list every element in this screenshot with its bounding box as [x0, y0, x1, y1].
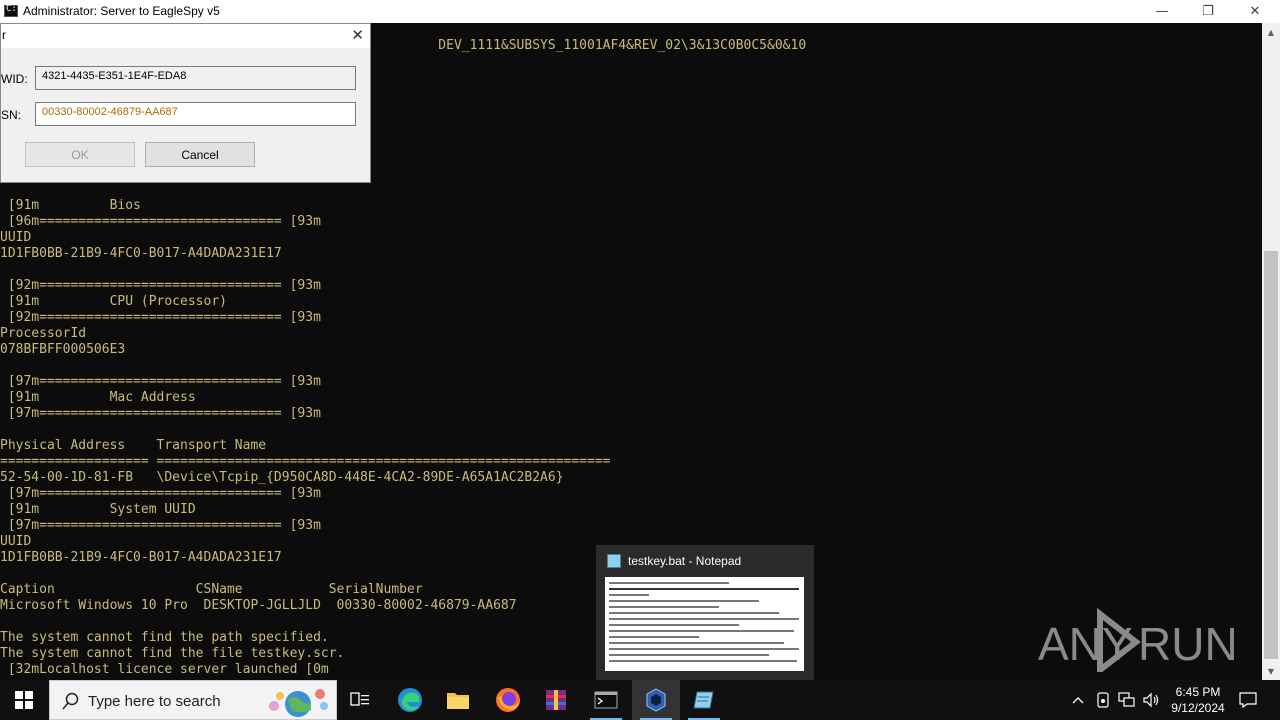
console-line: [97m=============================== [93m — [0, 406, 321, 421]
edge-taskbar-button[interactable] — [386, 680, 434, 720]
console-line: [97m=============================== [93m — [0, 518, 321, 533]
taskbar-search-box[interactable]: Type here to search — [49, 680, 337, 720]
cancel-button[interactable]: Cancel — [145, 142, 255, 167]
sn-label: SN: — [1, 108, 22, 122]
start-button[interactable] — [0, 680, 48, 720]
window-titlebar[interactable]: C:\ Administrator: Server to EagleSpy v5… — [0, 0, 1280, 23]
edge-icon — [398, 688, 422, 712]
preview-title: testkey.bat - Notepad — [628, 554, 742, 568]
console-line: [91m Bios — [0, 198, 141, 213]
dialog-titlebar[interactable]: r — [1, 24, 370, 48]
winrar-taskbar-button[interactable] — [532, 680, 580, 720]
console-line: [97m=============================== [93m — [0, 486, 321, 501]
serial-number-field[interactable]: 00330-80002-46879-AA687 — [35, 102, 356, 126]
console-line: [92m=============================== [93m — [0, 278, 321, 293]
folder-icon — [447, 693, 469, 709]
scrollbar-thumb[interactable] — [1264, 251, 1278, 659]
show-hidden-icons-chevron-icon[interactable] — [1068, 680, 1088, 720]
firefox-icon — [496, 688, 520, 712]
search-highlight-globe-icon — [269, 689, 328, 717]
notifications-icon[interactable] — [1236, 680, 1260, 720]
preview-thumbnail[interactable] — [605, 577, 804, 671]
clock-date: 9/12/2024 — [1171, 701, 1225, 715]
console-line: 078BFBFF000506E3 — [0, 342, 126, 357]
scroll-down-arrow-icon[interactable]: ▼ — [1262, 662, 1280, 680]
task-view-icon — [350, 692, 369, 706]
console-line: =================== ====================… — [0, 454, 611, 469]
search-icon — [62, 692, 79, 710]
watermark-text-right: RUN — [1138, 618, 1234, 670]
console-line: UUID — [0, 230, 32, 245]
notepad-taskbar-button[interactable] — [680, 680, 728, 720]
console-line: [91m System UUID — [0, 502, 196, 517]
console-line: [91m CPU (Processor) — [0, 294, 227, 309]
command-prompt-icon — [594, 691, 618, 709]
license-dialog: r ✕ WID: 4321-4435-E351-1E4F-EDA8 SN: 00… — [0, 23, 371, 183]
window-title: Administrator: Server to EagleSpy v5 — [23, 4, 220, 18]
eaglespy-app-icon — [646, 688, 666, 712]
device-tray-icon[interactable] — [1093, 680, 1113, 720]
hwid-label: WID: — [1, 72, 28, 86]
console-line: Physical Address Transport Name — [0, 438, 267, 453]
windows-logo-icon — [15, 691, 33, 709]
close-button[interactable]: ✕ — [1232, 0, 1278, 23]
notepad-taskbar-preview[interactable]: testkey.bat - Notepad — [596, 545, 814, 680]
winrar-icon — [546, 690, 566, 710]
search-placeholder: Type here to search — [88, 693, 221, 710]
taskbar: Type here to search 6:45 PM 9/12/2024 — [0, 680, 1280, 720]
anyrun-watermark-logo: ANY RUN — [1038, 608, 1234, 672]
eaglespy-taskbar-button[interactable] — [632, 680, 680, 720]
dialog-title: r — [2, 28, 6, 42]
file-explorer-taskbar-button[interactable] — [434, 680, 482, 720]
notepad-icon — [607, 554, 621, 568]
ok-button[interactable]: OK — [25, 142, 135, 167]
console-line: [96m=============================== [93m — [0, 214, 321, 229]
taskbar-clock[interactable]: 6:45 PM 9/12/2024 — [1162, 684, 1234, 716]
firefox-taskbar-button[interactable] — [484, 680, 532, 720]
dialog-close-icon[interactable]: ✕ — [351, 26, 364, 44]
console-app-icon: C:\ — [4, 4, 22, 17]
scroll-up-arrow-icon[interactable]: ▲ — [1262, 23, 1280, 41]
network-icon[interactable] — [1116, 680, 1138, 720]
volume-icon[interactable] — [1140, 680, 1162, 720]
console-line: [97m=============================== [93m — [0, 374, 321, 389]
vertical-scrollbar[interactable]: ▲ ▼ — [1262, 23, 1280, 680]
console-line: 1D1FB0BB-21B9-4FC0-B017-A4DADA231E17 — [0, 246, 282, 261]
task-view-button[interactable] — [336, 680, 384, 720]
notepad-app-icon — [693, 691, 714, 709]
console-line: [91m Mac Address — [0, 390, 196, 405]
clock-time: 6:45 PM — [1175, 685, 1221, 699]
console-line: 52-54-00-1D-81-FB \Device\Tcpip_{D950CA8… — [0, 470, 564, 485]
hwid-field[interactable]: 4321-4435-E351-1E4F-EDA8 — [35, 66, 356, 90]
minimize-button[interactable]: — — [1139, 0, 1185, 23]
maximize-button[interactable]: ❐ — [1185, 0, 1231, 23]
console-line: [92m=============================== [93m — [0, 310, 321, 325]
console-line: ProcessorId — [0, 326, 87, 341]
console-taskbar-button[interactable] — [582, 680, 630, 720]
